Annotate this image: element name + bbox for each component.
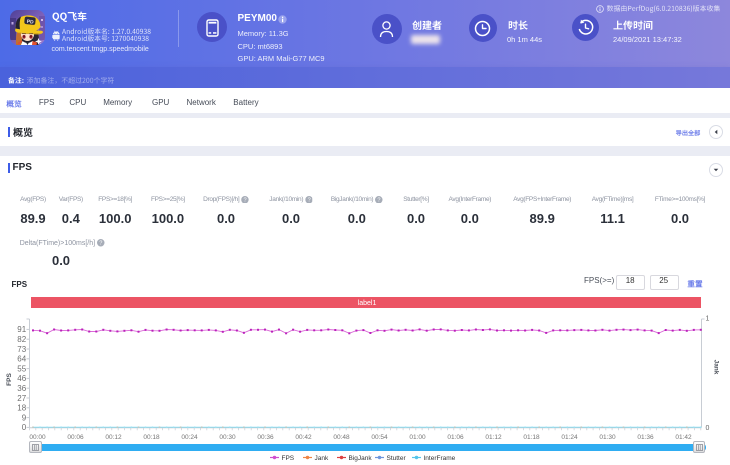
svg-text:Stutter: Stutter bbox=[387, 455, 407, 462]
svg-text:FPS: FPS bbox=[282, 455, 295, 462]
svg-text:InterFrame: InterFrame bbox=[424, 455, 456, 462]
svg-text:BigJank: BigJank bbox=[349, 455, 373, 462]
svg-text:Jank: Jank bbox=[315, 455, 329, 462]
